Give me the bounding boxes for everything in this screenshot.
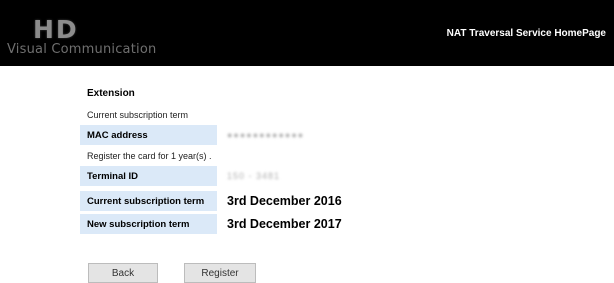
new-term-value: 3rd December 2017 — [227, 217, 342, 231]
current-term-value: 3rd December 2016 — [227, 194, 342, 208]
current-term-row: Current subscription term 3rd December 2… — [80, 190, 342, 212]
mac-address-label: MAC address — [80, 125, 217, 145]
current-term-label: Current subscription term — [80, 191, 217, 211]
header-bar: HD Visual Communication NAT Traversal Se… — [0, 0, 614, 66]
mac-address-row: MAC address ●●●●●●●●●●●● — [80, 124, 342, 146]
register-button[interactable]: Register — [184, 263, 256, 283]
logo-text: Visual Communication — [7, 42, 157, 57]
back-button[interactable]: Back — [88, 263, 158, 283]
new-term-label: New subscription term — [80, 214, 217, 234]
current-term-note: Current subscription term — [87, 109, 189, 120]
terminal-id-label: Terminal ID — [80, 166, 217, 186]
terminal-id-row: Terminal ID 150 - 3481 — [80, 165, 342, 187]
new-term-row: New subscription term 3rd December 2017 — [80, 213, 342, 235]
logo: HD Visual Communication — [0, 0, 200, 66]
extension-panel: Extension Current subscription term MAC … — [80, 88, 342, 235]
home-page-link[interactable]: NAT Traversal Service HomePage — [447, 28, 606, 39]
button-group: Back Register — [88, 263, 256, 283]
mac-address-value: ●●●●●●●●●●●● — [227, 130, 305, 140]
section-title: Extension — [87, 88, 135, 99]
register-note: Register the card for 1 year(s) . — [87, 150, 212, 161]
terminal-id-value: 150 - 3481 — [227, 171, 281, 181]
logo-mark: HD — [33, 15, 79, 44]
